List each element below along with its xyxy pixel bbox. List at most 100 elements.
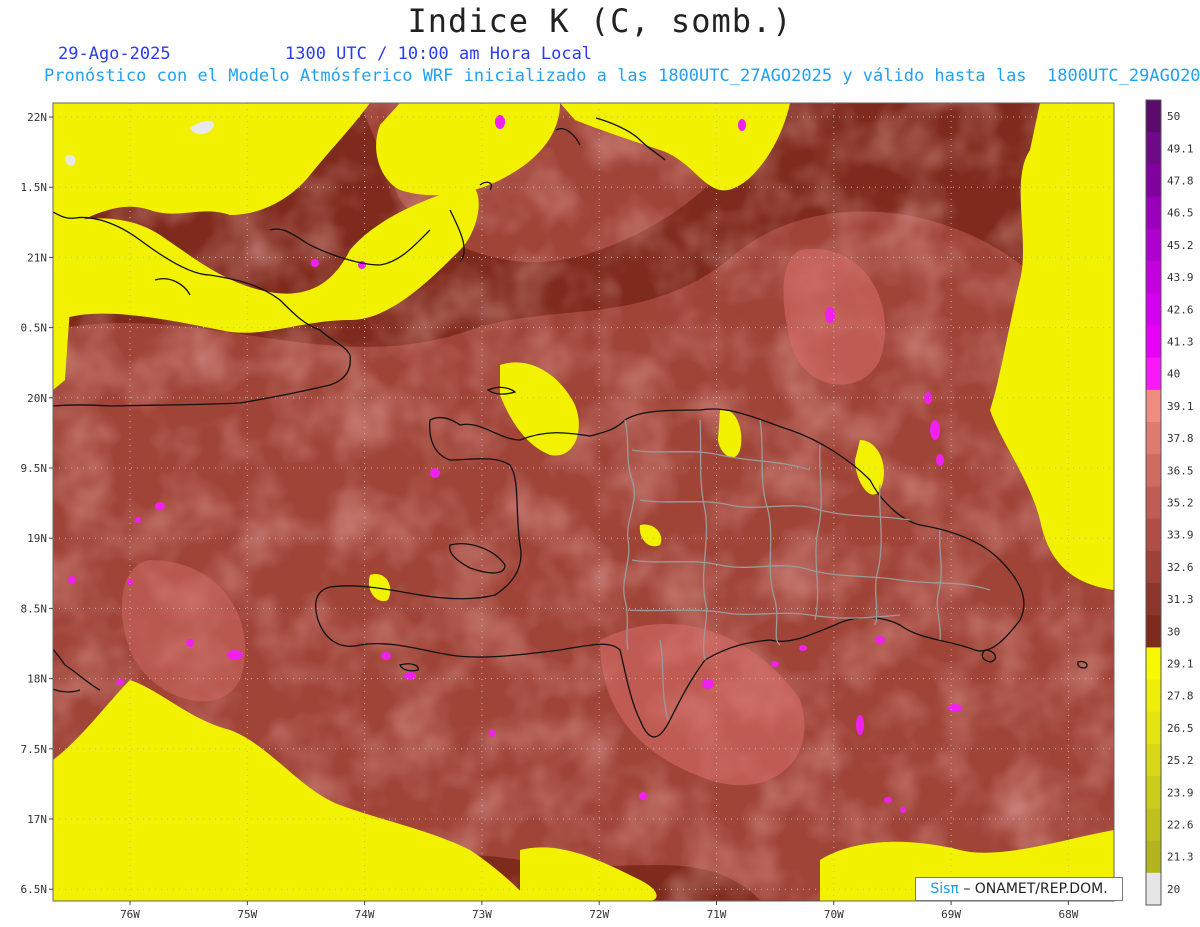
colorbar-swatch	[1146, 711, 1161, 745]
colorbar-label: 20	[1167, 883, 1180, 896]
magenta-spot	[771, 661, 779, 667]
credit-org: – ONAMET/REP.DOM.	[963, 881, 1108, 897]
colorbar-swatch	[1146, 164, 1161, 198]
colorbar-label: 49.1	[1167, 142, 1194, 155]
magenta-spot	[936, 454, 944, 466]
colorbar-label: 30	[1167, 625, 1180, 638]
magenta-spot	[116, 679, 124, 685]
colorbar-swatch	[1146, 840, 1161, 874]
lon-label: 68W	[1058, 908, 1078, 921]
lat-label: 1.5N	[21, 181, 48, 194]
magenta-spot	[924, 392, 932, 404]
magenta-spot	[68, 576, 76, 584]
latitude-axis: 22N 1.5N 21N 0.5N 20N 9.5N 19N 8.5N 18N 7.5N 17N 6.…	[21, 111, 53, 896]
colorbar-swatch	[1146, 228, 1161, 262]
colorbar-swatch	[1146, 196, 1161, 230]
lat-label: 6.5N	[21, 883, 48, 896]
map-figure: 22N 1.5N 21N 0.5N 20N 9.5N 19N 8.5N 18N 7.5N 17N 6.…	[21, 99, 1194, 921]
colorbar: 50 49.1 47.8 46.5 45.2 43.9 42.6 41.3 40 39.1 37.8…	[1145, 99, 1194, 906]
colorbar-label: 43.9	[1167, 271, 1194, 284]
colorbar-swatch	[1146, 261, 1161, 294]
colorbar-swatch	[1146, 325, 1161, 359]
lon-label: 74W	[355, 908, 375, 921]
colorbar-swatch	[1146, 583, 1161, 616]
colorbar-swatch	[1146, 615, 1161, 648]
colorbar-label: 39.1	[1167, 400, 1194, 413]
colorbar-label: 42.6	[1167, 303, 1194, 316]
lon-label: 70W	[824, 908, 844, 921]
colorbar-label: 32.6	[1167, 561, 1194, 574]
magenta-spot	[884, 797, 892, 803]
magenta-spot	[489, 729, 495, 737]
colorbar-swatch	[1146, 808, 1161, 842]
lat-label: 20N	[27, 392, 47, 405]
colorbar-label: 21.3	[1167, 851, 1194, 864]
colorbar-label: 26.5	[1167, 722, 1194, 735]
colorbar-label: 37.8	[1167, 432, 1194, 445]
lat-label: 22N	[27, 111, 47, 124]
lat-label: 18N	[27, 673, 47, 686]
magenta-spot	[738, 119, 746, 131]
magenta-spot	[930, 420, 940, 440]
colorbar-label: 35.2	[1167, 497, 1194, 510]
colorbar-label: 23.9	[1167, 786, 1194, 799]
colorbar-label: 45.2	[1167, 239, 1194, 252]
colorbar-swatch	[1146, 293, 1161, 326]
magenta-spot	[430, 468, 440, 478]
longitude-axis: 76W 75W 74W 73W 72W 71W 70W 69W 68W	[120, 901, 1079, 921]
colorbar-label: 40	[1167, 368, 1180, 381]
colorbar-swatch	[1146, 132, 1161, 165]
lon-label: 73W	[472, 908, 492, 921]
magenta-spot	[127, 579, 133, 585]
colorbar-swatch	[1146, 486, 1161, 520]
magenta-spot	[856, 715, 864, 735]
magenta-spot	[900, 807, 906, 813]
magenta-spot	[155, 502, 165, 510]
colorbar-label: 22.6	[1167, 819, 1194, 832]
lon-label: 72W	[589, 908, 609, 921]
lat-label: 19N	[27, 532, 47, 545]
magenta-spot	[799, 645, 807, 651]
lon-label: 71W	[707, 908, 727, 921]
colorbar-swatch	[1146, 357, 1161, 391]
colorbar-label: 27.8	[1167, 690, 1194, 703]
magenta-spot	[135, 517, 141, 523]
colorbar-swatch	[1146, 647, 1161, 681]
lat-label: 7.5N	[21, 743, 48, 756]
lon-label: 75W	[237, 908, 257, 921]
colorbar-swatch	[1146, 550, 1161, 584]
lat-label: 8.5N	[21, 602, 48, 615]
magenta-spot	[875, 636, 885, 644]
colorbar-label: 41.3	[1167, 336, 1194, 349]
colorbar-swatch	[1146, 389, 1161, 423]
colorbar-label: 25.2	[1167, 754, 1194, 767]
lat-label: 21N	[27, 251, 47, 264]
lon-label: 69W	[941, 908, 961, 921]
lon-label: 76W	[120, 908, 140, 921]
colorbar-swatch	[1146, 776, 1161, 809]
k-index-field	[53, 103, 1114, 901]
colorbar-swatch	[1146, 872, 1161, 906]
colorbar-label: 29.1	[1167, 658, 1194, 671]
colorbar-label: 33.9	[1167, 529, 1194, 542]
lat-label: 17N	[27, 813, 47, 826]
magenta-spot	[381, 652, 391, 660]
colorbar-label: 47.8	[1167, 175, 1194, 188]
credit-brand: Sisπ	[930, 881, 959, 897]
colorbar-label: 46.5	[1167, 207, 1194, 220]
colorbar-swatch	[1146, 454, 1161, 487]
magenta-spot	[948, 704, 962, 712]
magenta-spot	[311, 259, 319, 267]
colorbar-label: 36.5	[1167, 464, 1194, 477]
magenta-spot	[639, 792, 647, 800]
colorbar-label: 31.3	[1167, 593, 1194, 606]
magenta-spot	[404, 672, 416, 680]
lat-label: 9.5N	[21, 462, 48, 475]
credit-box: Sisπ – ONAMET/REP.DOM.	[915, 877, 1123, 901]
magenta-spot	[825, 307, 835, 323]
magenta-spot	[186, 639, 194, 647]
colorbar-swatch	[1146, 679, 1161, 713]
colorbar-swatch	[1146, 744, 1161, 777]
magenta-spot	[702, 679, 714, 689]
colorbar-swatch	[1146, 422, 1161, 455]
